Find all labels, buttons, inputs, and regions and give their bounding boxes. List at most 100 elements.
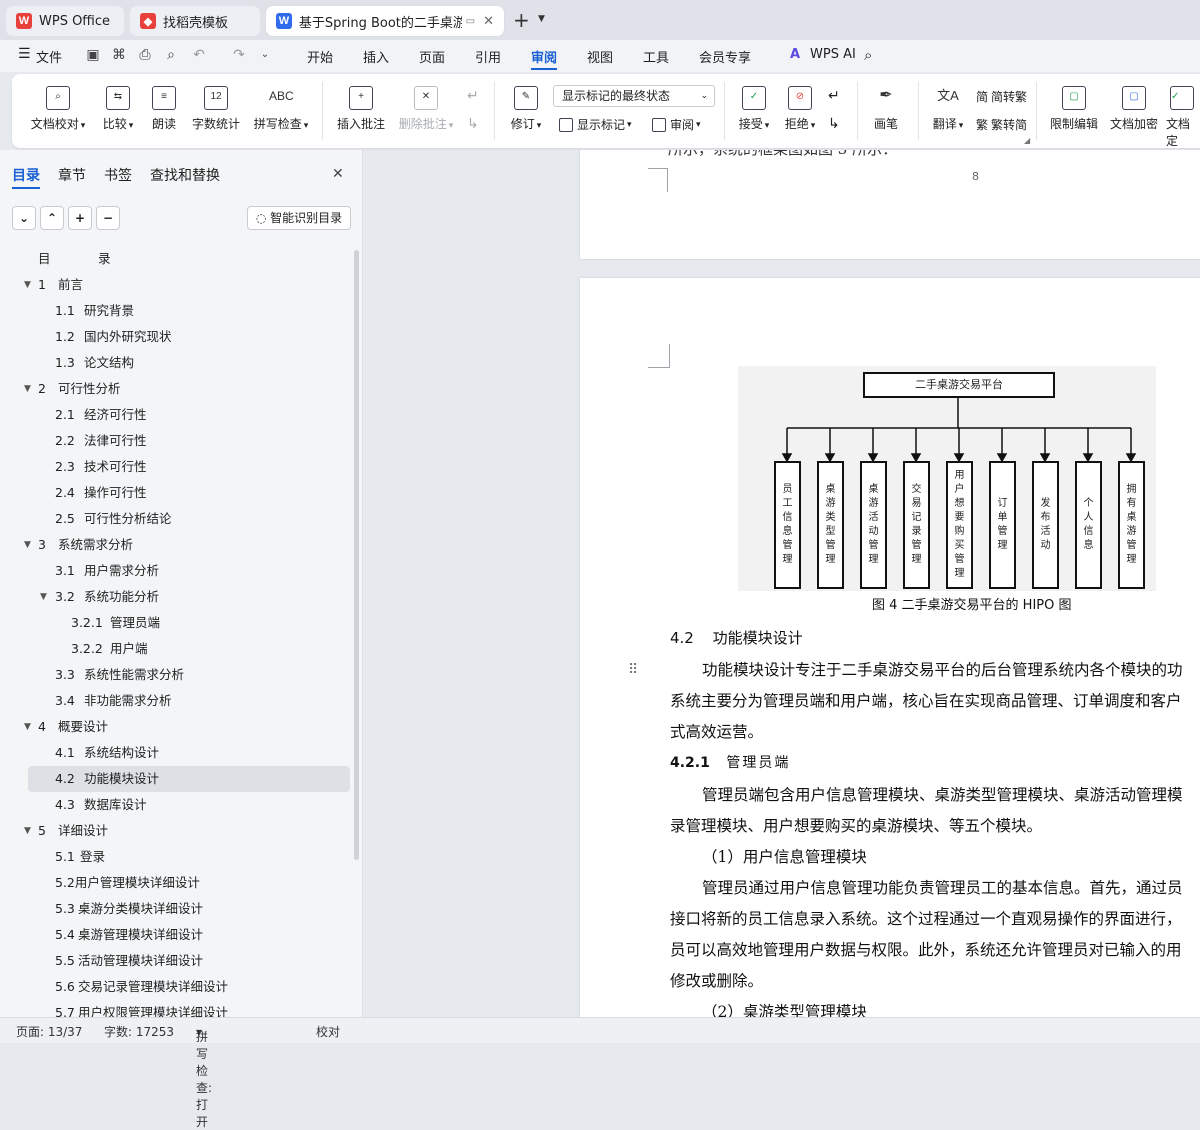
expand-arrow-icon[interactable]: ▼ — [24, 532, 31, 558]
review-pane-button[interactable]: 审阅 ▾ — [652, 116, 701, 133]
toc-item[interactable]: 5.1 登录 — [28, 844, 348, 870]
sidebar-scrollbar[interactable] — [354, 250, 359, 860]
toc-item[interactable]: 3.3 系统性能需求分析 — [28, 662, 348, 688]
toc-item[interactable]: 2.1 经济可行性 — [28, 402, 348, 428]
hamburger-icon[interactable]: ☰ — [18, 46, 31, 62]
expand-arrow-icon[interactable]: ▼ — [24, 272, 31, 298]
toc-item[interactable]: 1.1 研究背景 — [28, 298, 348, 324]
tab-find-replace[interactable]: 查找和替换 — [150, 165, 220, 185]
accept-button[interactable]: ✓ 接受 ▾ — [732, 86, 776, 132]
menu-tools[interactable]: 工具 — [643, 47, 669, 66]
toc-item[interactable]: 4.1 系统结构设计 — [28, 740, 348, 766]
toc-item[interactable]: 5.6 交易记录管理模块详细设计 — [28, 974, 348, 1000]
close-tab-icon[interactable]: ✕ — [483, 14, 494, 29]
read-aloud-button[interactable]: ≡ 朗读 — [146, 86, 182, 132]
drag-handle-icon[interactable]: ⠿ — [628, 662, 638, 678]
tab-bookmarks[interactable]: 书签 — [104, 165, 132, 185]
toc-item[interactable]: 3.4 非功能需求分析 — [28, 688, 348, 714]
toc-item[interactable]: 3.2.2 用户端 — [28, 636, 348, 662]
toc-item[interactable]: 5.7 用户权限管理模块详细设计 — [28, 1000, 348, 1017]
tab-toc[interactable]: 目录 — [12, 165, 40, 185]
doc-final-button[interactable]: ✓ 文档定 — [1166, 86, 1200, 149]
toc-item[interactable]: 5.4 桌游管理模块详细设计 — [28, 922, 348, 948]
toc-item[interactable]: 目录 — [28, 246, 348, 272]
toc-item[interactable]: 2.3 技术可行性 — [28, 454, 348, 480]
menu-insert[interactable]: 插入 — [363, 47, 389, 66]
next-comment-icon[interactable]: ↳ — [467, 116, 479, 132]
prev-change-icon[interactable]: ↵ — [828, 88, 840, 104]
restrict-edit-button[interactable]: ▢ 限制编辑 — [1046, 86, 1102, 132]
menu-view[interactable]: 视图 — [587, 47, 613, 66]
smart-toc-button[interactable]: ◌ 智能识别目录 — [247, 206, 351, 230]
toc-item-selected[interactable]: 4.2 功能模块设计 — [28, 766, 350, 792]
word-count-button[interactable]: 12 字数统计 — [188, 86, 244, 132]
save-icon[interactable]: ▣ — [84, 46, 102, 64]
doc-proof-button[interactable]: ⌕ 文档校对 ▾ — [28, 86, 88, 132]
prev-comment-icon[interactable]: ↵ — [467, 88, 479, 104]
word-count-indicator[interactable]: 字数: 17253 — [104, 1023, 174, 1040]
menu-reference[interactable]: 引用 — [475, 47, 501, 66]
dialog-launcher-icon[interactable]: ◢ — [1024, 136, 1030, 145]
menu-review[interactable]: 审阅 — [531, 47, 557, 66]
toc-item[interactable]: 2.2 法律可行性 — [28, 428, 348, 454]
expand-arrow-icon[interactable]: ▼ — [24, 818, 31, 844]
menu-member[interactable]: 会员专享 — [699, 47, 751, 66]
menu-home[interactable]: 开始 — [307, 47, 333, 66]
share-icon[interactable]: ⌘ — [110, 46, 128, 64]
expand-all-button[interactable]: ⌄ — [12, 206, 36, 230]
more-chevron-icon[interactable]: ⌄ — [256, 46, 274, 64]
to-traditional-button[interactable]: 简简转繁 — [976, 88, 1027, 105]
toc-item[interactable]: 1.3 论文结构 — [28, 350, 348, 376]
print-icon[interactable]: ⎙ — [136, 46, 154, 64]
tab-chapters[interactable]: 章节 — [58, 165, 86, 185]
remove-heading-button[interactable]: − — [96, 206, 120, 230]
page-indicator[interactable]: 页面: 13/37 — [16, 1023, 82, 1040]
proofread-indicator[interactable]: 校对 — [316, 1023, 340, 1040]
toc-item[interactable]: 1.2 国内外研究现状 — [28, 324, 348, 350]
spell-check-button[interactable]: ABC 拼写检查 ▾ — [250, 86, 312, 132]
toc-item[interactable]: 3.2.1 管理员端 — [28, 610, 348, 636]
collapse-button[interactable]: ⌃ — [40, 206, 64, 230]
tab-template[interactable]: ◆ 找稻壳模板 — [130, 6, 260, 36]
toc-item[interactable]: 5.3 桌游分类模块详细设计 — [28, 896, 348, 922]
redo-icon[interactable]: ↷ — [230, 46, 248, 64]
toc-item[interactable]: ▼ 2 可行性分析 — [24, 376, 348, 402]
compare-button[interactable]: ⇆ 比较 ▾ — [96, 86, 140, 132]
toc-item[interactable]: ▼ 1 前言 — [24, 272, 348, 298]
search-icon[interactable]: ⌕ — [864, 46, 872, 64]
insert-comment-button[interactable]: + 插入批注 — [334, 86, 388, 132]
reject-button[interactable]: ⊘ 拒绝 ▾ — [778, 86, 822, 132]
tab-document[interactable]: W 基于Spring Boot的二手桌游交 ▭ ✕ — [266, 6, 504, 36]
toc-item[interactable]: 5.5 活动管理模块详细设计 — [28, 948, 348, 974]
to-simplified-button[interactable]: 繁繁转简 — [976, 116, 1027, 133]
expand-arrow-icon[interactable]: ▼ — [24, 376, 31, 402]
toc-item[interactable]: 5.2用户管理模块详细设计 — [28, 870, 348, 896]
expand-arrow-icon[interactable]: ▼ — [24, 714, 31, 740]
encrypt-button[interactable]: ▢ 文档加密 — [1106, 86, 1162, 132]
undo-icon[interactable]: ↶ — [190, 46, 208, 64]
toc-item[interactable]: 2.4 操作可行性 — [28, 480, 348, 506]
menu-file[interactable]: 文件 — [36, 47, 62, 66]
revise-button[interactable]: ✎ 修订 ▾ — [504, 86, 548, 132]
toc-item[interactable]: ▼ 3.2 系统功能分析 — [28, 584, 348, 610]
toc-item[interactable]: 3.1 用户需求分析 — [28, 558, 348, 584]
close-pane-icon[interactable]: ✕ — [332, 166, 344, 182]
delete-comment-button[interactable]: ✕ 删除批注 ▾ — [394, 86, 458, 132]
print-preview-icon[interactable]: ⌕ — [162, 46, 180, 64]
add-heading-button[interactable]: + — [68, 206, 92, 230]
new-tab-icon[interactable]: + — [513, 8, 530, 32]
toc-item[interactable]: ▼ 3 系统需求分析 — [24, 532, 348, 558]
toc-item[interactable]: 4.3 数据库设计 — [28, 792, 348, 818]
markup-state-select[interactable]: 显示标记的最终状态 ⌄ — [553, 85, 715, 107]
pen-button[interactable]: ✒ 画笔 — [868, 86, 904, 132]
menu-wps-ai[interactable]: WPS AI — [810, 47, 856, 62]
expand-arrow-icon[interactable]: ▼ — [40, 584, 47, 610]
toc-item[interactable]: ▼ 5 详细设计 — [24, 818, 348, 844]
next-change-icon[interactable]: ↳ — [828, 116, 840, 132]
menu-page[interactable]: 页面 — [419, 47, 445, 66]
tab-wps-office[interactable]: W WPS Office — [6, 6, 124, 36]
show-markup-button[interactable]: 显示标记 ▾ — [559, 116, 632, 133]
toc-item[interactable]: 2.5 可行性分析结论 — [28, 506, 348, 532]
translate-button[interactable]: 文A 翻译 ▾ — [926, 86, 970, 132]
chevron-down-icon[interactable]: ▼ — [538, 14, 545, 24]
